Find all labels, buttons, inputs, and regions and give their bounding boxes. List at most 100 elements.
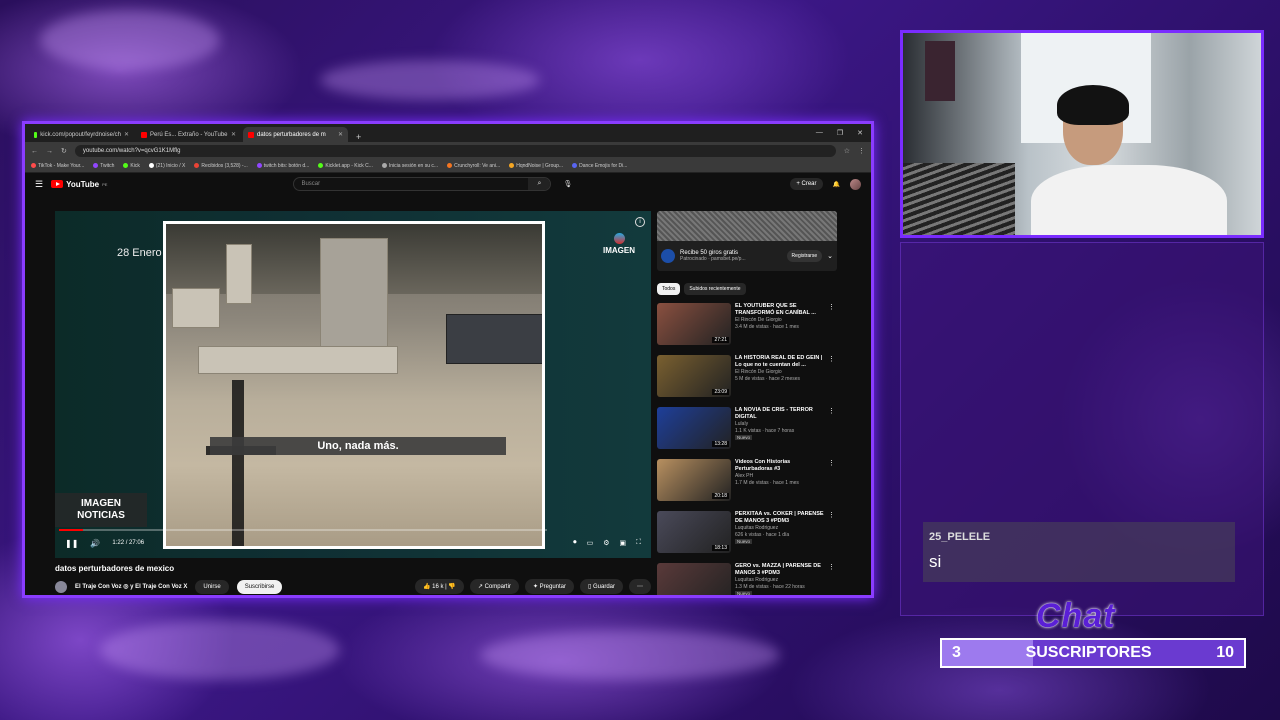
volume-icon[interactable]: 🔊: [90, 539, 100, 548]
goal-target: 10: [1216, 644, 1234, 661]
more-options-icon[interactable]: ⋮: [828, 511, 835, 519]
recommendation-item[interactable]: 27:21 EL YOUTUBER QUE SE TRANSFORMÓ EN CA…: [657, 303, 837, 349]
minimize-icon[interactable]: —: [816, 129, 823, 137]
autoplay-toggle[interactable]: ⏺: [573, 539, 577, 547]
avatar[interactable]: [850, 178, 861, 190]
tab-bar: kick.com/popout/feyrdnoise/ch ✕ Perú Es.…: [25, 124, 871, 142]
more-options-icon[interactable]: ⋮: [828, 563, 835, 571]
bookmark-item[interactable]: Kicklet.app - Kick C...: [318, 163, 373, 169]
bookmark-item[interactable]: Dance Emojis for Di...: [572, 163, 627, 169]
channel-name[interactable]: El Traje Con Voz ◎ y El Traje Con Voz X: [75, 583, 187, 590]
recommendation-meta: 5 M de vistas · hace 2 meses: [735, 376, 801, 382]
recommendation-thumbnail[interactable]: 27:21: [657, 303, 731, 345]
captions-icon[interactable]: ▭: [587, 539, 594, 547]
ask-button[interactable]: ✦ Preguntar: [524, 579, 574, 594]
recommendation-channel[interactable]: Luquitas Rodriguez: [735, 577, 825, 584]
grave-slab: [446, 314, 542, 364]
recommendation-channel[interactable]: El Rincón De Giorgio: [735, 317, 825, 324]
settings-icon[interactable]: ⚙: [603, 539, 609, 547]
recommendation-item[interactable]: 18:13 PERXITAA vs. COKER | PARENSE DE MAN…: [657, 511, 837, 557]
channel-avatar[interactable]: [55, 580, 67, 593]
close-window-icon[interactable]: ✕: [857, 129, 863, 137]
recommendation-channel[interactable]: Lulaly: [735, 421, 825, 428]
recommendation-thumbnail[interactable]: 18:13: [657, 511, 731, 553]
recommendation-title[interactable]: LA NOVIA DE CRIS - TERROR DIGITAL: [735, 407, 825, 421]
maximize-icon[interactable]: ❐: [837, 129, 843, 137]
recommendation-title[interactable]: LA HISTORIA REAL DE ED GEIN | Lo que no …: [735, 355, 825, 369]
close-icon[interactable]: ✕: [124, 131, 129, 138]
subscribe-button[interactable]: Suscribirse: [236, 579, 283, 594]
recommendation-item[interactable]: 20:18 Videos Con Historias Perturbadoras …: [657, 459, 837, 505]
pause-icon[interactable]: ❚❚: [65, 539, 78, 548]
youtube-logo[interactable]: YouTube PE: [51, 180, 107, 189]
bookmark-item[interactable]: Inicia sesión en su c...: [381, 163, 438, 169]
more-icon[interactable]: ⋯: [629, 579, 651, 594]
recommendation-title[interactable]: PERXITAA vs. COKER | PARENSE DE MANOS 3 …: [735, 511, 825, 525]
bookmark-item[interactable]: TikTok - Make Your...: [31, 163, 84, 169]
more-options-icon[interactable]: ⋮: [828, 407, 835, 415]
chevron-down-icon[interactable]: ⌄: [827, 252, 833, 260]
recommendation-item[interactable]: 23:09 LA HISTORIA REAL DE ED GEIN | Lo qu…: [657, 355, 837, 401]
miniplayer-icon[interactable]: ▣: [619, 539, 626, 547]
back-icon[interactable]: ←: [31, 148, 38, 155]
more-options-icon[interactable]: ⋮: [828, 459, 835, 467]
extensions-icon[interactable]: ⋮: [858, 147, 865, 155]
bg-glow: [320, 60, 540, 100]
ad-image[interactable]: [657, 211, 837, 241]
mic-icon[interactable]: 🎙: [563, 180, 572, 188]
create-button[interactable]: + Crear: [790, 178, 823, 190]
recommendation-thumbnail[interactable]: 23:09: [657, 355, 731, 397]
recommendation-channel[interactable]: El Rincón De Giorgio: [735, 369, 825, 376]
recommendation-thumbnail[interactable]: 23:45: [657, 563, 731, 595]
recommendation-title[interactable]: GERO vs. MAZZA | PARENSE DE MANOS 3 #PDM…: [735, 563, 825, 577]
bookmark-star-icon[interactable]: ☆: [844, 147, 850, 155]
share-button[interactable]: ↗ Compartir: [469, 579, 519, 594]
video-actions: 👍 16 k | 👎 ↗ Compartir ✦ Preguntar ▯ Gua…: [415, 579, 651, 594]
menu-icon[interactable]: ☰: [35, 179, 43, 190]
save-button[interactable]: ▯ Guardar: [580, 579, 623, 594]
recommendation-channel[interactable]: Alex PH: [735, 473, 825, 480]
ad-card[interactable]: Recibe 50 giros gratis Patrocinado · pam…: [657, 241, 837, 271]
recommendation-item[interactable]: 23:45 GERO vs. MAZZA | PARENSE DE MANOS 3…: [657, 563, 837, 595]
bookmark-item[interactable]: Kick: [123, 163, 140, 169]
forward-icon[interactable]: →: [46, 148, 53, 155]
reload-icon[interactable]: ↻: [61, 147, 67, 155]
dislike-icon[interactable]: 👎: [448, 584, 455, 590]
ad-sponsor: Patrocinado · pamsbet.pe/p...: [680, 256, 746, 262]
search-input[interactable]: Buscar ⌕: [293, 177, 552, 191]
join-button[interactable]: Unirse: [195, 579, 229, 594]
recommendation-thumbnail[interactable]: 20:18: [657, 459, 731, 501]
recommendation-thumbnail[interactable]: 13:28: [657, 407, 731, 449]
bookmark-item[interactable]: Recibidos (3,528) -...: [194, 163, 248, 169]
progress-bar[interactable]: [59, 529, 547, 531]
new-tab-icon[interactable]: +: [350, 132, 367, 142]
grave-slab: [198, 346, 398, 374]
tab-youtube-datos[interactable]: datos perturbadores de m ✕: [243, 127, 348, 142]
recommendation-title[interactable]: EL YOUTUBER QUE SE TRANSFORMÓ EN CANÍBAL…: [735, 303, 825, 317]
more-options-icon[interactable]: ⋮: [828, 303, 835, 311]
bookmark-item[interactable]: twitch bits: botón d...: [256, 163, 309, 169]
video-player[interactable]: 28 Enero 2022 Uno, nada más. IMAGEN i IM…: [55, 211, 651, 558]
like-button[interactable]: 👍 16 k | 👎: [415, 579, 464, 594]
register-button[interactable]: Registrarse: [786, 250, 823, 262]
more-options-icon[interactable]: ⋮: [828, 355, 835, 363]
bell-icon[interactable]: 🔔: [833, 181, 840, 188]
search-icon[interactable]: ⌕: [528, 178, 551, 190]
recommendation-channel[interactable]: Luquitas Rodriguez: [735, 525, 825, 532]
close-icon[interactable]: ✕: [231, 131, 236, 138]
fullscreen-icon[interactable]: ⛶: [636, 539, 641, 547]
recommendation-title[interactable]: Videos Con Historias Perturbadoras #3: [735, 459, 825, 473]
bookmark-item[interactable]: (21) Inicio / X: [148, 163, 185, 169]
recommendation-item[interactable]: 13:28 LA NOVIA DE CRIS - TERROR DIGITAL Lu…: [657, 407, 837, 453]
info-icon[interactable]: i: [635, 217, 645, 227]
bookmark-item[interactable]: Twitch: [93, 163, 114, 169]
chip-recientes[interactable]: Subidos recientemente: [684, 283, 746, 295]
tab-kick[interactable]: kick.com/popout/feyrdnoise/ch ✕: [29, 127, 134, 142]
bookmark-item[interactable]: HqndNoise | Group...: [509, 163, 563, 169]
close-icon[interactable]: ✕: [338, 131, 343, 138]
chat-username: 25_PELELE: [929, 531, 991, 543]
chip-todos[interactable]: Todos: [657, 283, 681, 295]
bookmark-item[interactable]: Crunchyroll: Ve ani...: [447, 163, 500, 169]
url-field[interactable]: youtube.com/watch?v=qcvG1K1Mflg: [74, 145, 836, 157]
tab-youtube-peru[interactable]: Perú Es... Extraño - YouTube ✕: [136, 127, 241, 142]
